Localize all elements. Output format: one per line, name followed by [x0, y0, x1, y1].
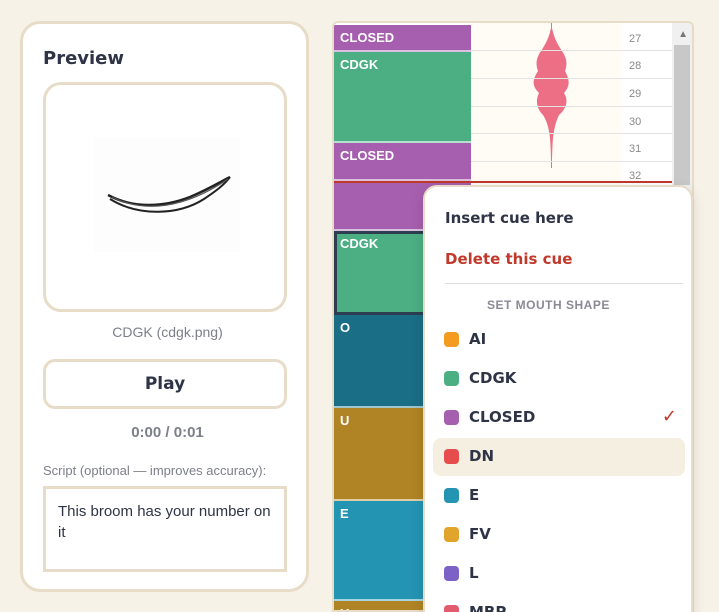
waveform — [533, 23, 569, 168]
frame-number: 29 — [629, 88, 642, 100]
shape-swatch — [444, 332, 459, 347]
shape-swatch — [444, 527, 459, 542]
scroll-up-icon[interactable]: ▲ — [678, 29, 688, 40]
insert-cue-menu-item[interactable]: Insert cue here — [445, 209, 574, 227]
mouth-preview-frame — [43, 82, 287, 312]
shape-option-fv[interactable]: FV — [433, 516, 685, 554]
shape-label: MBP — [469, 603, 507, 612]
cue-block[interactable]: CDGK — [334, 52, 471, 143]
delete-cue-menu-item[interactable]: Delete this cue — [445, 250, 572, 268]
playhead[interactable] — [334, 181, 674, 183]
shape-swatch — [444, 488, 459, 503]
preview-title: Preview — [43, 48, 125, 69]
context-menu: Insert cue here Delete this cue SET MOUT… — [423, 185, 693, 612]
shape-option-dn[interactable]: DN — [433, 438, 685, 476]
shape-label: L — [469, 564, 479, 582]
frame-number: 27 — [629, 33, 642, 45]
shape-label: AI — [469, 330, 487, 348]
shape-option-closed[interactable]: CLOSED ✓ — [433, 399, 685, 437]
shape-swatch — [444, 605, 459, 612]
script-label: Script (optional — improves accuracy): — [43, 463, 267, 478]
shape-option-ai[interactable]: AI — [433, 321, 685, 359]
preview-caption: CDGK (cdgk.png) — [112, 324, 223, 340]
frame-number: 31 — [629, 143, 642, 155]
shape-swatch — [444, 371, 459, 386]
shape-option-e[interactable]: E — [433, 477, 685, 515]
menu-heading: SET MOUTH SHAPE — [487, 298, 610, 312]
check-icon: ✓ — [661, 406, 677, 426]
shape-option-l[interactable]: L — [433, 555, 685, 593]
frame-number: 30 — [629, 116, 642, 128]
shape-swatch — [444, 566, 459, 581]
shape-label: DN — [469, 447, 495, 465]
time-readout: 0:00 / 0:01 — [131, 424, 204, 441]
shape-swatch — [444, 410, 459, 425]
shape-label: FV — [469, 525, 491, 543]
cue-block[interactable]: CLOSED — [334, 143, 471, 181]
play-button[interactable]: Play — [43, 359, 287, 409]
shape-option-mbp[interactable]: MBP — [433, 594, 685, 612]
menu-divider — [445, 283, 683, 284]
mouth-shape-image — [94, 137, 240, 252]
cue-block[interactable]: CLOSED — [334, 25, 471, 52]
shape-option-cdgk[interactable]: CDGK — [433, 360, 685, 398]
script-textarea[interactable]: This broom has your number on it — [43, 486, 287, 572]
scroll-thumb[interactable] — [674, 45, 690, 185]
shape-label: E — [469, 486, 480, 504]
preview-panel: Preview CDGK (cdgk.png) Play 0:00 / 0:01… — [20, 21, 309, 592]
shape-label: CLOSED — [469, 408, 536, 426]
frame-number: 28 — [629, 60, 642, 72]
shape-swatch — [444, 449, 459, 464]
shape-label: CDGK — [469, 369, 517, 387]
